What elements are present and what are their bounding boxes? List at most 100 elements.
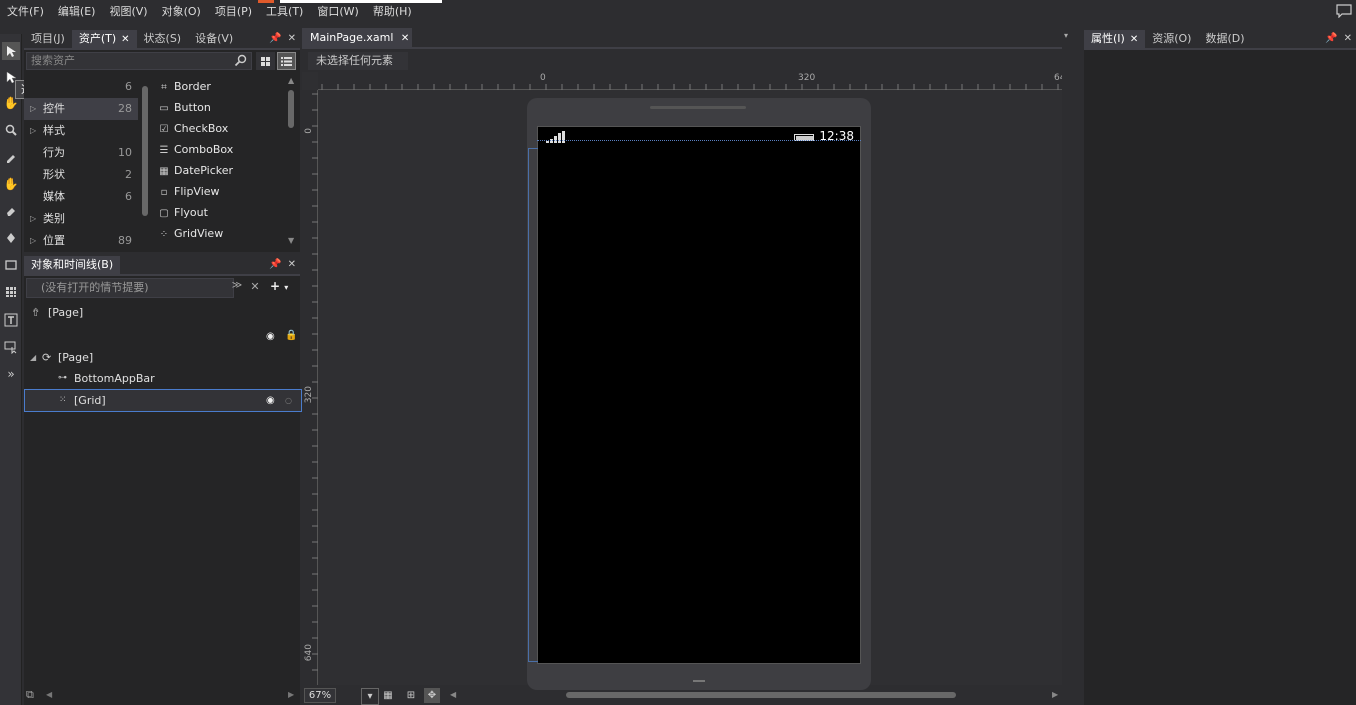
category-item-locations[interactable]: ▷ 位置 89 [24,230,138,252]
scrollbar-thumb[interactable] [288,90,294,128]
tab-device[interactable]: 设备(V) [188,30,241,48]
menu-item[interactable]: 工具(T) [259,0,310,24]
tab-project[interactable]: 项目(J) [24,30,72,48]
scroll-up-icon[interactable]: ▲ [288,76,294,85]
asset-item[interactable]: ⌗ Border [158,76,211,97]
menu-item[interactable]: 帮助(H) [366,0,419,24]
rectangle-tool-icon[interactable] [2,256,20,274]
pin-icon[interactable]: 📌 [269,259,281,270]
asset-item[interactable]: ☑ CheckBox [158,118,229,139]
lock-toggle-icon[interactable]: ○ [285,390,292,411]
storyboard-options-icon[interactable]: ≫ [230,280,244,296]
menu-item[interactable]: 视图(V) [102,0,154,24]
close-icon[interactable]: ✕ [1130,34,1138,45]
pin-icon[interactable]: 📌 [1325,33,1337,44]
expand-arrow-icon[interactable]: ▷ [30,230,36,252]
asset-item[interactable]: ▢ Flyout [158,202,208,223]
category-scrollbar[interactable] [142,76,148,252]
close-icon[interactable]: ✕ [288,259,296,270]
category-item-media[interactable]: 媒体 6 [24,186,138,208]
tab-properties[interactable]: 属性(I) ✕ [1084,30,1146,48]
chevron-down-icon[interactable]: ▾ [284,283,288,292]
scrollbar-thumb[interactable] [142,86,148,216]
visibility-eye-icon[interactable]: ◉ [266,331,275,342]
asset-item[interactable]: ☰ ComboBox [158,139,234,160]
menu-item[interactable]: 窗口(W) [310,0,365,24]
select-tool-icon[interactable] [2,42,20,60]
scroll-right-icon[interactable]: ▶ [1052,690,1058,699]
asset-item[interactable]: ▦ DatePicker [158,160,233,181]
snap-to-snaplines-icon[interactable]: ✥ [424,688,440,703]
fit-selection-icon[interactable]: ⧉ [26,688,34,702]
expand-arrow-icon[interactable]: ▷ [30,120,36,142]
tab-dropdown-icon[interactable]: ▾ [1064,31,1068,40]
device-screen[interactable]: 12:38 [537,126,861,664]
category-item-styles[interactable]: ▷ 样式 [24,120,138,142]
menu-item[interactable]: 文件(F) [0,0,51,24]
zoom-level[interactable]: 67% [304,688,336,703]
text-tool-icon[interactable] [2,311,20,329]
scroll-left-icon[interactable]: ◀ [46,690,52,699]
more-tools-icon[interactable]: » [2,365,20,383]
category-item[interactable]: 6 [24,76,138,98]
eyedropper-tool-icon[interactable] [2,148,20,166]
asset-item[interactable]: ▫ FlipView [158,181,220,202]
close-icon[interactable]: ✕ [1344,33,1352,44]
scrollbar-thumb[interactable] [566,692,956,698]
category-item-behaviors[interactable]: 行为 10 [24,142,138,164]
feedback-icon[interactable] [1336,4,1352,19]
show-grid-icon[interactable]: ▦ [380,688,396,703]
visibility-eye-icon[interactable]: ◉ [266,390,275,411]
scroll-right-icon[interactable]: ▶ [288,690,294,699]
tree-item-selected[interactable]: ⁙ [Grid] ◉ ○ [24,389,302,412]
storyboard-selector[interactable]: (没有打开的情节提要) [26,278,234,298]
tab-objects-timeline[interactable]: 对象和时间线(B) [24,256,121,274]
close-icon[interactable]: ✕ [121,34,129,45]
canvas-horizontal-scrollbar[interactable]: ◀ ▶ [448,688,1062,702]
lock-icon[interactable]: 🔒 [285,330,297,341]
control-tool-icon[interactable] [2,338,20,356]
asset-item[interactable]: ▭ Button [158,97,211,118]
tab-assets[interactable]: 资产(T) ✕ [71,30,137,48]
scroll-down-icon[interactable]: ▼ [288,236,294,245]
tab-states[interactable]: 状态(S) [136,30,189,48]
pin-icon[interactable]: 📌 [269,33,281,44]
tab-mainpage-xaml[interactable]: MainPage.xaml ✕ [302,28,412,48]
root-scope-row[interactable]: ⇮ [Page] [24,302,300,323]
list-view-icon[interactable] [277,52,296,70]
element-breadcrumb[interactable]: 未选择任何元素 [308,52,408,70]
close-storyboard-icon[interactable]: ✕ [248,280,262,296]
pen-tool-icon[interactable] [2,229,20,247]
menu-item[interactable]: 对象(O) [155,0,208,24]
menu-item[interactable]: 编辑(E) [51,0,103,24]
category-item-shapes[interactable]: 形状 2 [24,164,138,186]
paint-bucket-tool-icon[interactable]: ✋ [2,175,20,193]
tab-resources[interactable]: 资源(O) [1145,30,1199,48]
scope-up-icon[interactable]: ⇮ [31,302,40,323]
category-item-categories[interactable]: ▷ 类别 [24,208,138,230]
scroll-left-icon[interactable]: ◀ [450,690,456,699]
tree-item[interactable]: ⊶ BottomAppBar [24,368,300,389]
menu-bar: 文件(F) 编辑(E) 视图(V) 对象(O) 项目(P) 工具(T) 窗口(W) 帮助(H) [0,0,1356,24]
add-storyboard-button[interactable]: + ▾ [270,279,296,295]
asset-item-scrollbar[interactable]: ▲ ▼ [288,76,296,246]
device-home-indicator [693,680,705,682]
asset-search-input[interactable]: 搜索资产 [26,52,252,70]
tree-item[interactable]: ◢ ⟳ [Page] [24,347,300,368]
close-icon[interactable]: ✕ [288,33,296,44]
zoom-tool-icon[interactable] [2,121,20,139]
snap-to-grid-icon[interactable]: ⊞ [403,688,419,703]
category-item-controls[interactable]: ▷ 控件 28 [24,98,138,120]
asset-item[interactable]: ⁘ GridView [158,223,223,244]
grid-view-icon[interactable] [256,52,275,70]
search-icon[interactable] [234,54,248,68]
tab-data[interactable]: 数据(D) [1198,30,1252,48]
grid-tool-icon[interactable] [2,283,20,301]
zoom-dropdown-icon[interactable]: ▾ [361,688,379,705]
expand-arrow-icon[interactable]: ◢ [30,347,36,368]
expand-arrow-icon[interactable]: ▷ [30,208,36,230]
menu-item[interactable]: 项目(P) [208,0,259,24]
close-icon[interactable]: ✕ [401,33,409,44]
eraser-tool-icon[interactable] [2,202,20,220]
expand-arrow-icon[interactable]: ▷ [30,98,36,120]
